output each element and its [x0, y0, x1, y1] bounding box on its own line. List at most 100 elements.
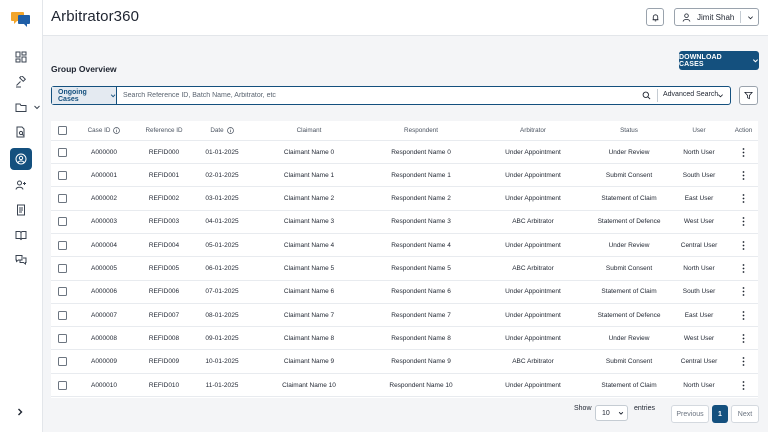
sidebar-item-cases[interactable] [10, 96, 32, 118]
case-status-value: Ongoing Cases [58, 88, 87, 103]
chevron-down-icon[interactable] [33, 103, 41, 111]
cell-status: Statement of Claim [601, 381, 657, 389]
cell-case-id: A000002 [90, 195, 118, 203]
sidebar-item-arbitration[interactable] [10, 71, 32, 93]
row-checkbox[interactable] [57, 333, 67, 343]
table-row[interactable]: A000009 REFID009 10-01-2025 Claimant Name 9… [51, 351, 758, 374]
filter-button[interactable] [739, 86, 758, 105]
advanced-search-dropdown[interactable]: Advanced Search [663, 91, 718, 98]
more-vertical-icon [742, 310, 745, 320]
table-row[interactable]: A000008 REFID008 09-01-2025 Claimant Name 8… [51, 327, 758, 351]
table-row[interactable]: A000007 REFID007 08-01-2025 Claimant Name 7… [51, 304, 758, 328]
case-status-dropdown[interactable]: Ongoing Cases [52, 87, 117, 104]
row-checkbox[interactable] [57, 194, 67, 204]
cell-case-id: A000009 [90, 358, 118, 366]
table-row[interactable]: A000004 REFID004 05-01-2025 Claimant Name 4… [51, 234, 758, 258]
row-actions-button[interactable] [731, 327, 756, 349]
table-row[interactable]: A000006 REFID006 07-01-2025 Claimant Name 6… [51, 281, 758, 304]
cell-arbitrator: Under Appointment [505, 148, 561, 156]
next-page-button[interactable]: Next [731, 405, 759, 423]
app-title: Arbitrator360 [51, 8, 140, 25]
row-checkbox[interactable] [57, 240, 67, 250]
cell-reference-id: REFID003 [148, 218, 180, 226]
cell-date: 10-01-2025 [205, 358, 239, 366]
cell-arbitrator: Under Appointment [505, 311, 561, 319]
search-input[interactable] [123, 88, 633, 103]
app-logo [11, 12, 30, 27]
chevron-down-icon[interactable] [717, 92, 724, 99]
table-row[interactable]: A000001 REFID001 02-01-2025 Claimant Name 1… [51, 164, 758, 188]
cell-reference-id: REFID007 [148, 311, 180, 319]
more-vertical-icon [742, 380, 745, 390]
cell-arbitrator: Under Appointment [505, 195, 561, 203]
row-select-cell [55, 211, 69, 233]
cell-user: South User [682, 171, 716, 179]
cell-case-id: A000003 [90, 218, 118, 226]
chat-icon [15, 255, 27, 265]
sidebar-item-file-search[interactable] [10, 121, 32, 143]
row-checkbox[interactable] [57, 264, 67, 273]
chevron-right-icon[interactable] [15, 407, 25, 417]
cell-claimant: Claimant Name 5 [283, 265, 335, 272]
sidebar-item-profile[interactable] [10, 148, 32, 170]
row-checkbox[interactable] [57, 357, 67, 367]
row-checkbox[interactable] [57, 147, 67, 157]
row-actions-button[interactable] [731, 188, 756, 210]
row-actions-button[interactable] [731, 374, 756, 396]
cell-arbitrator: ABC Arbitrator [512, 218, 554, 226]
user-menu-button[interactable]: Jimit Shah [674, 8, 759, 26]
sidebar-item-library[interactable] [10, 224, 32, 246]
cell-respondent: Respondent Name 1 [391, 171, 451, 179]
row-checkbox[interactable] [57, 217, 67, 227]
cell-arbitrator: Under Appointment [505, 241, 561, 249]
row-select-cell [55, 327, 69, 349]
sidebar-item-messages[interactable] [10, 249, 32, 271]
row-checkbox[interactable] [57, 170, 67, 180]
row-checkbox[interactable] [57, 287, 67, 297]
table-row[interactable]: A000000 REFID000 01-01-2025 Claimant Name 0… [51, 141, 758, 164]
cell-case-id: A000010 [90, 381, 118, 389]
more-vertical-icon [742, 240, 745, 250]
download-cases-button[interactable]: DOWNLOAD CASES [679, 51, 759, 70]
more-vertical-icon [742, 357, 745, 367]
column-header-arbitrator: Arbitrator [520, 127, 546, 134]
row-actions-button[interactable] [731, 141, 756, 163]
row-actions-button[interactable] [731, 234, 756, 256]
cell-case-id: A000001 [90, 171, 118, 179]
dashboard-icon [15, 51, 27, 63]
page-size-select[interactable]: 10 [595, 405, 628, 421]
row-actions-button[interactable] [731, 164, 756, 186]
table-row[interactable]: A000003 REFID003 04-01-2025 Claimant Name 3… [51, 211, 758, 234]
column-header-claimant: Claimant [296, 127, 322, 134]
row-actions-button[interactable] [731, 281, 756, 303]
cell-user: North User [683, 148, 715, 156]
cell-status: Statement of Defence [597, 311, 661, 319]
table-row[interactable]: A000005 REFID005 06-01-2025 Claimant Name 5… [51, 258, 758, 281]
row-actions-button[interactable] [731, 351, 756, 373]
table-row[interactable]: A000010 REFID010 11-01-2025 Claimant Name 1… [51, 374, 758, 397]
top-header: Arbitrator360 Jimit Shah [43, 0, 768, 36]
row-actions-button[interactable] [731, 304, 756, 326]
table-row[interactable]: A000002 REFID002 03-01-2025 Claimant Name 2… [51, 188, 758, 211]
info-icon[interactable] [113, 127, 121, 134]
search-icon[interactable] [642, 91, 651, 100]
row-checkbox[interactable] [57, 380, 67, 390]
info-icon[interactable] [226, 127, 234, 134]
cell-reference-id: REFID001 [148, 171, 180, 179]
cell-arbitrator: Under Appointment [505, 288, 561, 296]
current-page-button[interactable]: 1 [712, 405, 728, 423]
row-actions-button[interactable] [731, 211, 756, 233]
sidebar-item-dashboard[interactable] [10, 46, 32, 68]
cell-date: 05-01-2025 [205, 241, 239, 249]
select-all-checkbox[interactable] [57, 126, 67, 135]
more-vertical-icon [742, 147, 745, 157]
row-actions-button[interactable] [731, 258, 756, 280]
sidebar-item-add-user[interactable] [10, 174, 32, 196]
sidebar-item-documents[interactable] [10, 199, 32, 221]
notifications-button[interactable] [646, 8, 664, 26]
cell-user: West User [683, 218, 715, 226]
cell-status: Submit Consent [605, 171, 653, 179]
previous-page-button[interactable]: Previous [671, 405, 709, 423]
row-checkbox[interactable] [57, 310, 67, 320]
more-vertical-icon [742, 264, 745, 273]
